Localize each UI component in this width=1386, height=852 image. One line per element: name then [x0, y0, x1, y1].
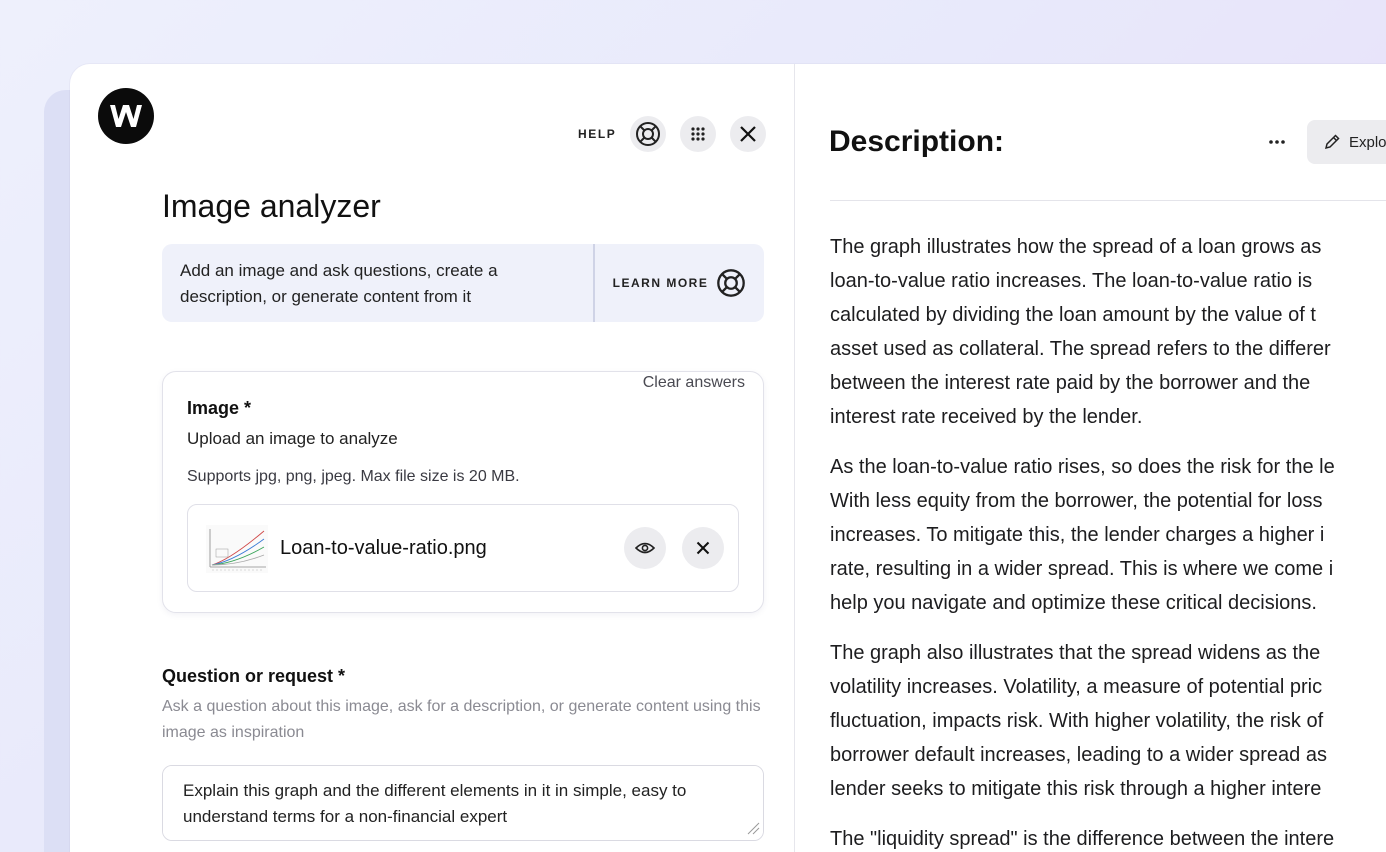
description-line: The "liquidity spread" is the difference… — [830, 828, 1335, 850]
file-thumbnail — [206, 525, 268, 573]
resize-grip-icon[interactable] — [746, 821, 760, 835]
close-icon — [740, 126, 757, 142]
grid-icon — [691, 127, 706, 141]
description-line: The graph also illustrates that the spre… — [830, 642, 1321, 664]
description-line: between the interest rate paid by the bo… — [830, 372, 1311, 394]
learn-more-button[interactable]: LEARN MORE — [595, 244, 764, 322]
description-line: With less equity from the borrower, the … — [830, 490, 1323, 512]
description-line: As the loan-to-value ratio rises, so doe… — [830, 456, 1335, 478]
question-field-hint: Ask a question about this image, ask for… — [162, 698, 761, 741]
left-panel: HELP Image analyzer Add an image and ask… — [70, 64, 795, 852]
description-line: increases. To mitigate this, the lender … — [830, 524, 1325, 546]
chart-thumbnail-image — [209, 529, 266, 571]
description-line: help you navigate and optimize these cri… — [830, 592, 1317, 614]
question-input[interactable]: Explain this graph and the different ele… — [162, 765, 764, 841]
explore-button[interactable]: Explore — [1307, 120, 1386, 164]
help-button[interactable] — [630, 116, 667, 152]
info-text: Add an image and ask questions, create a… — [162, 244, 595, 322]
description-line: loan-to-value ratio increases. The loan-… — [830, 270, 1313, 292]
divider — [830, 200, 1386, 201]
description-line: volatility increases. Volatility, a meas… — [830, 676, 1323, 698]
description-line: fluctuation, impacts risk. With higher v… — [830, 710, 1324, 732]
help-label[interactable]: HELP — [578, 127, 616, 141]
more-options-button[interactable] — [1265, 130, 1289, 154]
clear-answers-link[interactable]: Clear answers — [643, 374, 745, 392]
question-field-label: Question or request * — [162, 666, 346, 686]
more-icon — [1269, 140, 1285, 144]
w-logo-icon — [110, 105, 142, 127]
uploaded-file: Loan-to-value-ratio.png — [187, 504, 739, 592]
apps-button[interactable] — [680, 116, 717, 152]
page-title: Image analyzer — [162, 188, 381, 224]
top-actions: HELP — [578, 116, 768, 152]
description-paragraph: As the loan-to-value ratio rises, so doe… — [830, 450, 1386, 620]
description-line: lender seeks to mitigate this risk throu… — [830, 778, 1322, 800]
remove-file-button[interactable] — [682, 527, 724, 569]
image-field-label: Image * — [187, 398, 252, 418]
image-upload-card: Clear answers Image * Upload an image to… — [162, 371, 764, 613]
description-line: rate, resulting in a wider spread. This … — [830, 558, 1334, 580]
pencil-icon — [1324, 134, 1340, 150]
description-line: interest rate received by the lender. — [830, 406, 1143, 428]
right-panel: Description: Explore The graph illustrat… — [795, 64, 1386, 852]
description-line: asset used as collateral. The spread ref… — [830, 338, 1331, 360]
app-logo — [98, 88, 154, 144]
image-field-subtitle: Upload an image to analyze — [187, 429, 398, 448]
description-paragraph: The graph illustrates how the spread of … — [830, 230, 1386, 434]
description-body: The graph illustrates how the spread of … — [830, 230, 1386, 852]
eye-icon — [635, 542, 655, 554]
learn-more-label: LEARN MORE — [612, 276, 709, 290]
description-line: borrower default increases, leading to a… — [830, 744, 1327, 766]
description-line: The graph illustrates how the spread of … — [830, 236, 1322, 258]
preview-button[interactable] — [624, 527, 666, 569]
description-title: Description: — [829, 125, 1005, 158]
description-paragraph: The "liquidity spread" is the difference… — [830, 822, 1386, 852]
explore-label: Explore — [1349, 133, 1386, 151]
close-button[interactable] — [730, 116, 767, 152]
info-banner: Add an image and ask questions, create a… — [162, 244, 764, 322]
app-window: HELP Image analyzer Add an image and ask… — [70, 64, 1386, 852]
description-paragraph: The graph also illustrates that the spre… — [830, 636, 1386, 806]
lifebuoy-icon — [636, 122, 661, 146]
lifebuoy-icon — [717, 269, 746, 297]
file-name: Loan-to-value-ratio.png — [280, 537, 487, 559]
image-field-hint: Supports jpg, png, jpeg. Max file size i… — [187, 468, 520, 485]
description-line: calculated by dividing the loan amount b… — [830, 304, 1316, 326]
close-icon — [696, 541, 710, 555]
